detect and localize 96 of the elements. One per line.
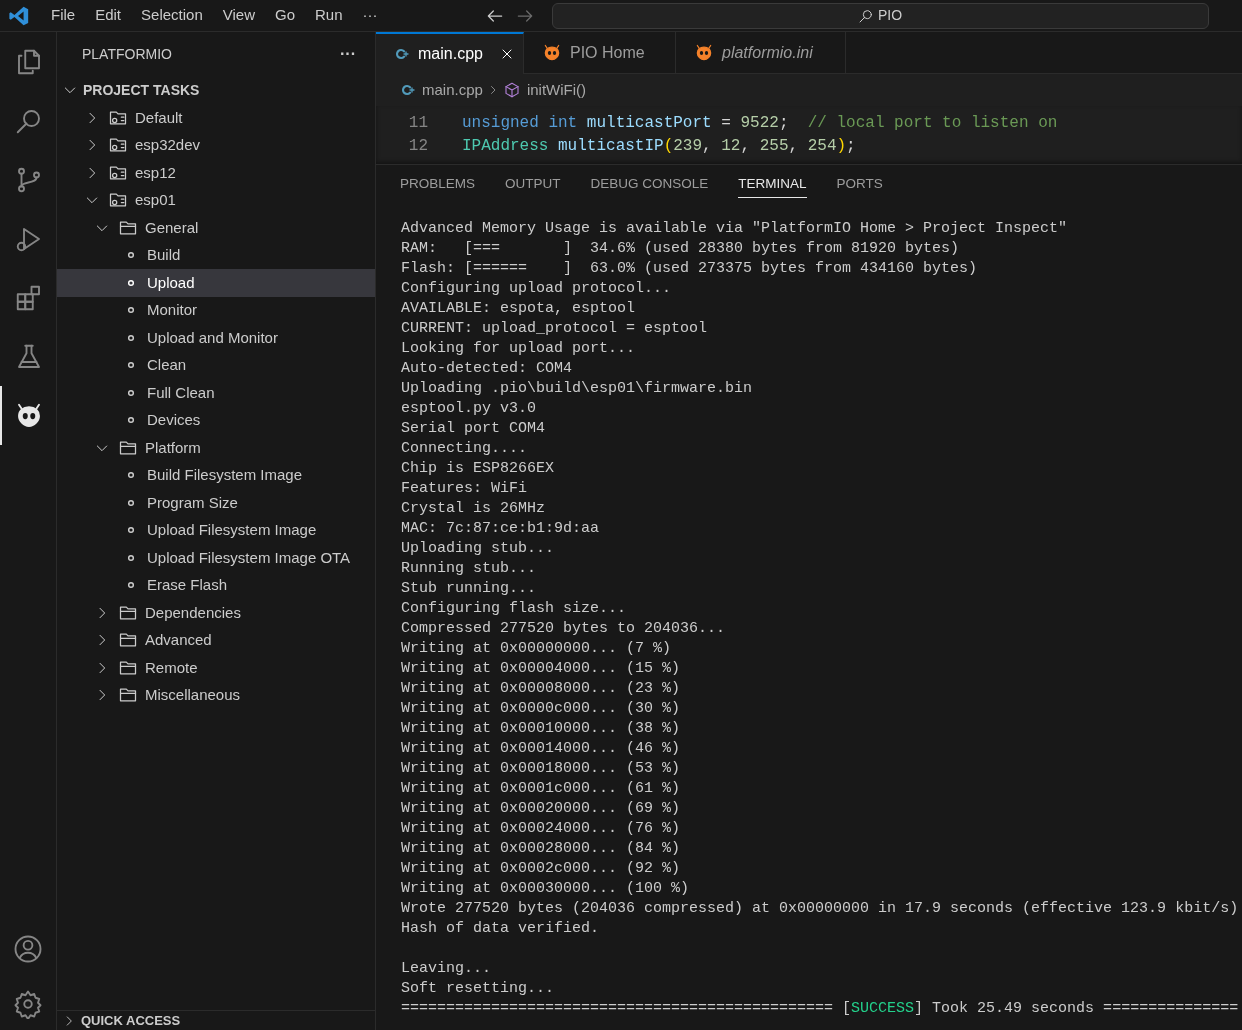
terminal-line: Serial port COM4 — [401, 419, 546, 439]
menu-item[interactable]: File — [41, 1, 86, 30]
terminal-line: MAC: 7c:87:ce:b1:9d:aa — [401, 519, 600, 539]
editor-tab[interactable]: platformio.ini — [676, 32, 846, 74]
search-icon — [858, 7, 874, 24]
panel-tab[interactable]: DEBUG CONSOLE — [590, 172, 709, 198]
alien-icon — [694, 42, 714, 63]
terminal-line: Stub running... — [401, 579, 537, 599]
tree-item[interactable]: Build Filesystem Image — [57, 461, 375, 489]
terminal-line: Writing at 0x00028000... (84 %) — [401, 839, 681, 859]
terminal-line: Crystal is 26MHz — [401, 499, 546, 519]
search-field[interactable]: PIO — [551, 2, 1209, 29]
terminal-line: Uploading stub... — [401, 539, 555, 559]
section-header[interactable]: QUICK ACCESS — [57, 1010, 375, 1030]
terminal-line: Connecting.... — [401, 439, 528, 459]
terminal-line: Uploading .pio\build\esp01\firmware.bin — [401, 379, 753, 399]
tree-item[interactable]: Devices — [57, 406, 375, 434]
tree-item[interactable]: Advanced — [57, 626, 375, 654]
terminal-line: Writing at 0x00018000... (53 %) — [401, 759, 681, 779]
code-line: IPAddress multicastIP(239, 12, 255, 254); — [462, 135, 856, 157]
terminal-line: Writing at 0x00020000... (69 %) — [401, 799, 681, 819]
terminal-line: Writing at 0x00000000... (7 %) — [401, 639, 672, 659]
settings-icon — [13, 989, 43, 1019]
terminal-line: Running stub... — [401, 559, 537, 579]
menu-item[interactable]: Go — [265, 1, 305, 30]
terminal-line: esptool.py v3.0 — [401, 399, 537, 419]
terminal-line: Writing at 0x00004000... (15 %) — [401, 659, 681, 679]
terminal-line: Writing at 0x00024000... (76 %) — [401, 819, 681, 839]
sidebar-title: PLATFORMIO — [82, 44, 172, 64]
terminal-line: Flash: [====== ] 63.0% (used 273375 bytes from 434160 bytes) — [401, 259, 978, 279]
terminal-line: Writing at 0x00014000... (46 %) — [401, 739, 681, 759]
tree-item[interactable]: esp32dev — [57, 131, 375, 159]
tree-item[interactable]: Full Clean — [57, 379, 375, 407]
app-logo-icon — [8, 4, 30, 27]
terminal-line: AVAILABLE: espota, esptool — [401, 299, 636, 319]
terminal-line: Writing at 0x0001c000... (61 %) — [401, 779, 681, 799]
tree-item[interactable]: Upload Filesystem Image — [57, 516, 375, 544]
account-icon — [13, 934, 43, 964]
terminal-line: Writing at 0x00010000... (38 %) — [401, 719, 681, 739]
breadcrumb-item[interactable]: initWiFi() — [502, 78, 587, 102]
editor-tab[interactable]: PIO Home — [524, 32, 676, 74]
section-header[interactable]: PROJECT TASKS — [57, 76, 375, 104]
terminal-line: Chip is ESP8266EX — [401, 459, 555, 479]
editor-tab[interactable]: main.cpp — [376, 32, 524, 74]
terminal-line: Features: WiFi — [401, 479, 528, 499]
panel-tab[interactable]: OUTPUT — [505, 172, 561, 198]
more-actions-button[interactable]: ··· — [340, 42, 356, 66]
terminal-line: Looking for upload port... — [401, 339, 636, 359]
menu-item[interactable]: View — [212, 1, 265, 30]
terminal-line: RAM: [=== ] 34.6% (used 28380 bytes from 81920 bytes) — [401, 239, 960, 259]
panel-tab[interactable]: PROBLEMS — [400, 172, 476, 198]
menu-item[interactable]: Run — [305, 1, 353, 30]
tree-item[interactable]: Program Size — [57, 489, 375, 517]
terminal-line: Writing at 0x00008000... (23 %) — [401, 679, 681, 699]
tree-item[interactable]: Upload — [57, 269, 375, 297]
c-plus-icon — [394, 46, 410, 62]
menu-item[interactable]: Edit — [85, 1, 132, 30]
terminal-line: Hash of data verified. — [401, 919, 600, 939]
terminal-line: CURRENT: upload_protocol = esptool — [401, 319, 708, 339]
tree-item[interactable]: Miscellaneous — [57, 681, 375, 709]
tree-item[interactable]: esp12 — [57, 159, 375, 187]
code-line: unsigned int multicastPort = 9522; // local port to listen on — [462, 112, 1058, 134]
tree-item[interactable]: Erase Flash — [57, 571, 375, 599]
terminal-line: Configuring upload protocol... — [401, 279, 672, 299]
tree-item[interactable]: Dependencies — [57, 599, 375, 627]
terminal-line: Compressed 277520 bytes to 204036... — [401, 619, 726, 639]
line-number: 11 — [407, 112, 429, 134]
panel-tab[interactable]: PORTS — [836, 172, 883, 198]
tree-item[interactable]: Remote — [57, 654, 375, 682]
alien-icon — [542, 42, 562, 63]
menu-item[interactable]: ··· — [352, 1, 388, 30]
panel-tab[interactable]: TERMINAL — [738, 172, 807, 198]
terminal-line: Leaving... — [401, 959, 491, 979]
line-number: 12 — [407, 135, 429, 157]
tree-item[interactable]: Build — [57, 241, 375, 269]
terminal-line: Soft resetting... — [401, 979, 555, 999]
cube-icon — [502, 81, 521, 99]
terminal-line: Configuring flash size... — [401, 599, 627, 619]
terminal-line: ================================================ [SUCCESS] Took 25.49 seconds =============== — [401, 999, 1239, 1019]
tree-item[interactable]: Upload and Monitor — [57, 324, 375, 352]
tree-item[interactable]: Clean — [57, 351, 375, 379]
terminal-line: Writing at 0x0000c000... (30 %) — [401, 699, 681, 719]
terminal-line: Writing at 0x00030000... (100 %) — [401, 879, 690, 899]
terminal-line: Auto-detected: COM4 — [401, 359, 573, 379]
menu-item[interactable]: Selection — [131, 1, 213, 30]
tree-item[interactable]: esp01 — [57, 186, 375, 214]
tree-item[interactable]: Platform — [57, 434, 375, 462]
terminal-line: Advanced Memory Usage is available via "PlatformIO Home > Project Inspect" — [401, 219, 1068, 239]
tree-item[interactable]: Monitor — [57, 296, 375, 324]
tree-item[interactable]: General — [57, 214, 375, 242]
c-plus-icon — [400, 82, 416, 98]
terminal-line: Writing at 0x0002c000... (92 %) — [401, 859, 681, 879]
terminal-line: Wrote 277520 bytes (204036 compressed) at 0x00000000 in 17.9 seconds (effective 123.9 kbit/s) — [401, 899, 1239, 919]
tree-item[interactable]: Upload Filesystem Image OTA — [57, 544, 375, 572]
tree-item[interactable]: Default — [57, 104, 375, 132]
breadcrumb-item[interactable]: main.cpp — [400, 78, 483, 102]
